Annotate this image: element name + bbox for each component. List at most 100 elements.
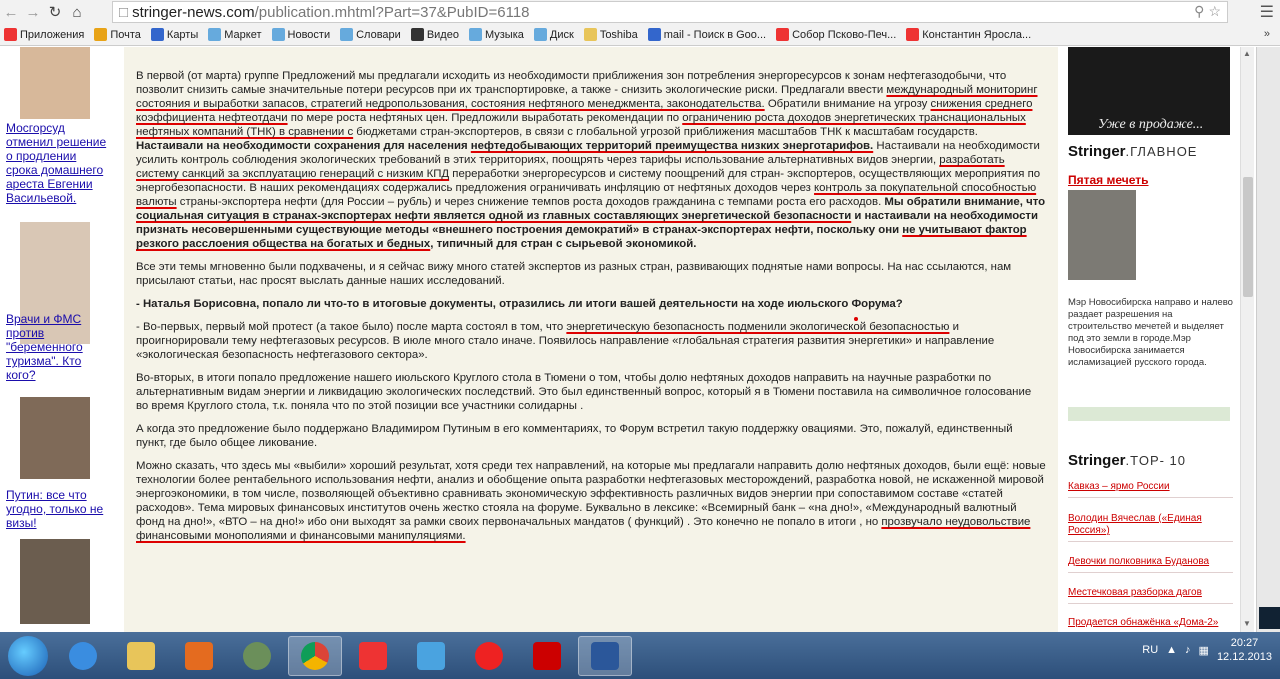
side-panel-tab[interactable]	[1259, 607, 1280, 629]
top10-item[interactable]: Местечковая разборка дагов	[1068, 587, 1233, 604]
bookmarks-more-icon[interactable]: »	[1264, 28, 1270, 40]
word-icon	[591, 641, 619, 670]
network-icon[interactable]: ▦	[1199, 644, 1209, 657]
top10-item[interactable]: Девочки полковника Буданова	[1068, 556, 1233, 573]
chrome-icon	[301, 641, 329, 670]
scroll-up-icon[interactable]: ▲	[1243, 49, 1251, 58]
taskbar-word[interactable]	[578, 635, 632, 676]
reload-icon[interactable]: ↻	[44, 1, 66, 23]
bookmark-item[interactable]: Новости	[271, 28, 330, 41]
article-paragraph: Все эти темы мгновенно были подхвачены, …	[136, 261, 1012, 287]
taskbar-explorer[interactable]	[114, 636, 168, 676]
bookmark-item[interactable]: Собор Псково-Печ...	[776, 28, 896, 41]
tray-arrow-icon[interactable]: ▲	[1166, 644, 1177, 656]
yandex-browser-icon	[475, 641, 503, 670]
taskbar-app[interactable]	[230, 636, 284, 676]
bookmark-icon	[583, 28, 597, 41]
disc-icon	[243, 641, 271, 670]
bookmark-icon	[533, 28, 547, 41]
mail-icon	[417, 641, 445, 670]
annotation-dot	[854, 317, 858, 321]
scroll-thumb[interactable]	[1243, 177, 1253, 297]
news-thumbnail[interactable]	[20, 397, 90, 479]
bookmark-icon	[647, 28, 661, 41]
bookmark-icon	[468, 28, 482, 41]
taskbar-yandex-browser[interactable]	[462, 636, 516, 676]
windows-taskbar: RU ▲ ♪ ▦ 20:27 12.12.2013	[0, 632, 1280, 679]
feature-link[interactable]: Пятая мечеть	[1068, 173, 1149, 187]
right-sidebar: Уже в продаже... Stringer.ГЛАВНОЕ Пятая …	[1062, 47, 1240, 632]
folder-icon	[127, 641, 155, 670]
bookmark-item[interactable]: Музыка	[468, 28, 524, 41]
address-bar[interactable]: □ stringer-news.com/publication.mhtml?Pa…	[112, 1, 1228, 23]
bookmark-icon	[906, 28, 920, 41]
vertical-scrollbar[interactable]: ▲ ▼	[1240, 47, 1254, 632]
kaspersky-icon	[533, 641, 561, 670]
article-paragraph: А когда это предложение было поддержано …	[136, 423, 1013, 449]
menu-icon[interactable]: ☰	[1260, 2, 1274, 22]
system-tray: RU ▲ ♪ ▦ 20:27 12.12.2013	[1142, 636, 1272, 664]
taskbar-mail[interactable]	[404, 636, 458, 676]
bookmark-item[interactable]: Видео	[410, 28, 459, 41]
taskbar-media[interactable]	[172, 636, 226, 676]
news-link[interactable]: Путин: все что угодно, только не визы!	[6, 488, 110, 530]
yandex-icon	[359, 641, 387, 670]
section-heading-main: Stringer.ГЛАВНОЕ	[1068, 143, 1198, 160]
news-thumbnail[interactable]	[20, 47, 90, 119]
top10-item[interactable]: Продается обнажёнка «Дома-2»	[1068, 617, 1233, 632]
bookmark-icon	[271, 28, 285, 41]
bookmark-icon	[410, 28, 424, 41]
taskbar-kaspersky[interactable]	[520, 636, 574, 676]
zoom-icon[interactable]: ⚲	[1194, 3, 1204, 20]
volume-icon[interactable]: ♪	[1185, 644, 1191, 656]
home-icon[interactable]: ⌂	[66, 1, 88, 23]
section-heading-top10: Stringer.TOP- 10	[1068, 452, 1187, 469]
taskbar-ie[interactable]	[56, 636, 110, 676]
news-link[interactable]: Врачи и ФМС против "беременного туризма"…	[6, 312, 110, 382]
ad-banner[interactable]: Уже в продаже...	[1068, 47, 1230, 135]
bookmark-icon	[776, 28, 790, 41]
feature-summary: Мэр Новосибирска направо и налево раздае…	[1068, 297, 1233, 368]
ie-icon	[69, 641, 97, 670]
bookmark-icon	[208, 28, 222, 41]
language-indicator[interactable]: RU	[1142, 644, 1158, 656]
article-paragraph: - Во-первых, первый мой протест (а такое…	[136, 321, 995, 361]
star-icon[interactable]: ☆	[1208, 3, 1221, 20]
article-paragraph: В первой (от марта) группе Предложений м…	[136, 70, 1046, 250]
start-button[interactable]	[8, 635, 48, 676]
back-icon[interactable]: ←	[0, 1, 22, 23]
left-news-column: Мосгорсуд отменил решение о продлении ср…	[0, 47, 112, 632]
browser-toolbar: ← → ↻ ⌂ □ stringer-news.com/publication.…	[0, 0, 1280, 24]
article-body: В первой (от марта) группе Предложений м…	[124, 47, 1058, 632]
taskbar-yandex[interactable]	[346, 636, 400, 676]
bookmark-icon	[4, 28, 17, 41]
scroll-down-icon[interactable]: ▼	[1243, 619, 1251, 628]
article-paragraph: Во-вторых, в итоги попало предложение на…	[136, 372, 1032, 412]
news-thumbnail[interactable]	[20, 539, 90, 624]
bookmark-item[interactable]: Диск	[533, 28, 574, 41]
taskbar-chrome[interactable]	[288, 635, 342, 676]
bookmark-item[interactable]: Маркет	[208, 28, 262, 41]
bookmark-item[interactable]: Константин Яросла...	[906, 28, 1031, 41]
bookmark-item[interactable]: mail - Поиск в Goo...	[647, 28, 766, 41]
bookmark-icon	[340, 28, 354, 41]
article-paragraph: Можно сказать, что здесь мы «выбили» хор…	[136, 460, 1046, 542]
bookmark-item[interactable]: Toshiba	[583, 28, 638, 41]
forward-icon[interactable]: →	[22, 1, 44, 23]
top10-item[interactable]: Кавказ – ярмо России	[1068, 481, 1233, 498]
news-link[interactable]: Мосгорсуд отменил решение о продлении ср…	[6, 121, 110, 205]
page-icon: □	[119, 3, 129, 21]
url-host: stringer-news.com	[132, 3, 255, 21]
feature-photo[interactable]	[1068, 190, 1136, 280]
bookmark-icon	[150, 28, 164, 41]
bookmark-item[interactable]: Почта	[94, 28, 141, 41]
side-panel	[1256, 47, 1280, 632]
top10-item[interactable]: Володин Вячеслав («Единая Россия»)	[1068, 513, 1233, 542]
clock[interactable]: 20:27 12.12.2013	[1217, 636, 1272, 664]
bookmark-icon	[94, 28, 108, 41]
media-icon	[185, 641, 213, 670]
bookmark-item[interactable]: Словари	[340, 28, 401, 41]
url-path: /publication.mhtml?Part=37&PubID=6118	[254, 3, 530, 21]
bookmark-item[interactable]: Карты	[150, 28, 198, 41]
bookmark-item[interactable]: Приложения	[4, 28, 84, 41]
